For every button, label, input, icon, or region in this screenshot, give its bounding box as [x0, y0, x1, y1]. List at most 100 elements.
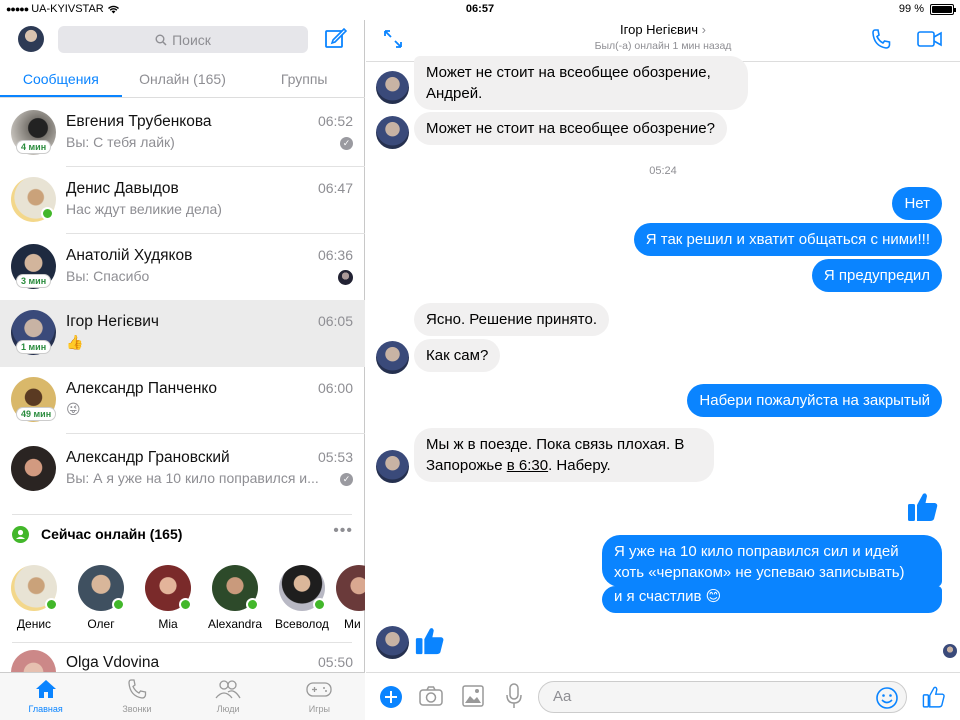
conversation-time: 06:36 — [317, 247, 353, 263]
avatar — [11, 565, 58, 611]
incoming-message: Мы ж в поезде. Пока связь плохая. В Запо… — [414, 428, 714, 482]
online-person[interactable]: Alexandra — [203, 565, 267, 631]
tab-label: Звонки — [122, 704, 152, 714]
conversation-name: Olga Vdovina — [66, 654, 160, 671]
status-bar: ●●●●● UA-KYIVSTAR 06:57 99 % — [0, 0, 960, 20]
battery-fill — [932, 5, 952, 13]
time-link[interactable]: в 6:30 — [507, 457, 548, 474]
sidebar-tabs: Сообщения Онлайн (165) Группы — [0, 66, 365, 98]
tab-label: Люди — [216, 704, 240, 714]
online-person[interactable]: Всеволод — [270, 565, 334, 631]
gallery-icon[interactable] — [462, 685, 484, 707]
person-name: Alexandra — [207, 617, 263, 631]
conversation-time: 06:52 — [317, 113, 353, 129]
conversation-time: 06:05 — [317, 313, 353, 329]
avatar — [279, 565, 326, 611]
composer-bar: Aa — [366, 672, 960, 720]
incoming-message: Ясно. Решение принято. — [414, 303, 609, 336]
person-name: Ми — [344, 617, 361, 631]
battery-percent: 99 % — [898, 3, 924, 15]
outgoing-message: Я уже на 10 кило поправился сил и идей х… — [602, 535, 942, 587]
online-person[interactable]: Денис — [2, 565, 66, 631]
conversation-time: 05:50 — [317, 654, 353, 670]
contact-avatar — [376, 626, 409, 659]
tab-home[interactable]: Главная — [0, 673, 91, 720]
conversation-name: Ігор Негієвич — [66, 313, 159, 330]
online-person[interactable]: Ми — [336, 565, 365, 631]
conversation-preview: Вы: Спасибо — [66, 268, 150, 284]
outgoing-message: Я так решил и хватит общаться с ними!!! — [633, 223, 942, 256]
emoji-icon[interactable] — [876, 687, 898, 709]
conversation-name: Анатолій Худяков — [66, 247, 193, 264]
profile-avatar[interactable] — [18, 26, 44, 52]
contact-avatar — [376, 71, 409, 104]
tab-messages[interactable]: Сообщения — [0, 66, 122, 97]
outgoing-message: Я предупредил — [811, 259, 942, 292]
avatar — [11, 650, 56, 672]
message-timestamp: 05:24 — [649, 165, 677, 177]
person-name: Олег — [87, 617, 115, 631]
message-input[interactable]: Aa — [538, 681, 907, 713]
conversation-time: 06:47 — [317, 180, 353, 196]
conversation-name: Александр Грановский — [66, 449, 230, 466]
conversation-preview: Вы: С тебя лайк) — [66, 134, 175, 150]
sent-check-icon: ✓ — [340, 137, 353, 150]
contact-avatar — [376, 450, 409, 483]
avatar — [78, 565, 125, 611]
tab-calls[interactable]: Звонки — [91, 673, 182, 720]
phone-call-icon[interactable] — [870, 28, 892, 50]
tab-groups[interactable]: Группы — [243, 66, 365, 97]
microphone-icon[interactable] — [506, 683, 522, 709]
online-now-header: Сейчас онлайн (165) ••• — [0, 516, 365, 556]
conversations-sidebar: Поиск Сообщения Онлайн (165) Группы 4 ми… — [0, 20, 365, 720]
search-input[interactable]: Поиск — [58, 26, 308, 53]
tab-online[interactable]: Онлайн (165) — [122, 66, 244, 97]
outgoing-message: Набери пожалуйста на закрытый — [687, 384, 942, 417]
compose-icon[interactable] — [324, 26, 348, 50]
tab-people[interactable]: Люди — [183, 673, 274, 720]
clock: 06:57 — [465, 3, 495, 15]
home-icon — [35, 680, 56, 698]
incoming-message: Как сам? — [414, 339, 501, 372]
avatar — [11, 446, 56, 491]
read-receipt-avatar — [338, 270, 353, 285]
active-ago-badge: 4 мин — [16, 140, 52, 154]
conversation-name: Александр Панченко — [66, 380, 218, 397]
conversation-item[interactable]: Александр Грановский 05:53 Вы: А я уже н… — [0, 436, 365, 503]
like-button-icon[interactable] — [922, 685, 946, 709]
conversation-item[interactable]: 49 мин Александр Панченко 06:00 😜 — [0, 367, 365, 434]
avatar — [212, 565, 259, 611]
like-thumb-icon — [908, 493, 938, 521]
avatar — [336, 565, 365, 611]
conversation-preview: 👍 — [66, 334, 84, 350]
search-placeholder: Поиск — [172, 31, 211, 48]
person-name: Денис — [16, 617, 52, 631]
video-call-icon[interactable] — [917, 30, 943, 48]
conversation-item[interactable]: 3 мин Анатолій Худяков 06:36 Вы: Спасибо — [0, 234, 365, 301]
battery-icon — [930, 3, 956, 15]
tab-games[interactable]: Игры — [274, 673, 365, 720]
conversation-item[interactable]: Olga Vdovina 05:50 — [0, 644, 365, 672]
camera-icon[interactable] — [419, 685, 443, 707]
plus-icon[interactable] — [379, 685, 403, 709]
incoming-message: Может не стоит на всеобщее обозрение? — [414, 112, 727, 145]
online-now-title: Сейчас онлайн (165) — [41, 526, 183, 542]
online-person[interactable]: Олег — [69, 565, 133, 631]
conversation-preview: 😜 — [66, 401, 81, 417]
search-icon — [155, 34, 167, 46]
online-person[interactable]: Mia — [136, 565, 200, 631]
conversation-time: 06:00 — [317, 380, 353, 396]
more-options-icon[interactable]: ••• — [333, 522, 353, 540]
people-icon — [215, 680, 241, 699]
incoming-message: Может не стоит на всеобщее обозрение, Ан… — [414, 56, 748, 110]
online-dot-icon — [179, 598, 192, 611]
conversation-item-selected[interactable]: 1 мин Ігор Негієвич 06:05 👍 — [0, 300, 365, 367]
sent-check-icon: ✓ — [340, 473, 353, 486]
outgoing-message: и я счастлив 😊 — [602, 586, 942, 613]
avatar — [145, 565, 192, 611]
conversation-item[interactable]: Денис Давыдов 06:47 Нас ждут великие дел… — [0, 167, 365, 234]
chevron-right-icon: › — [701, 22, 706, 37]
conversation-preview: Вы: А я уже на 10 кило поправился и... — [66, 470, 319, 486]
conversation-item[interactable]: 4 мин Евгения Трубенкова 06:52 Вы: С теб… — [0, 100, 365, 167]
conversation-name: Денис Давыдов — [66, 180, 179, 197]
